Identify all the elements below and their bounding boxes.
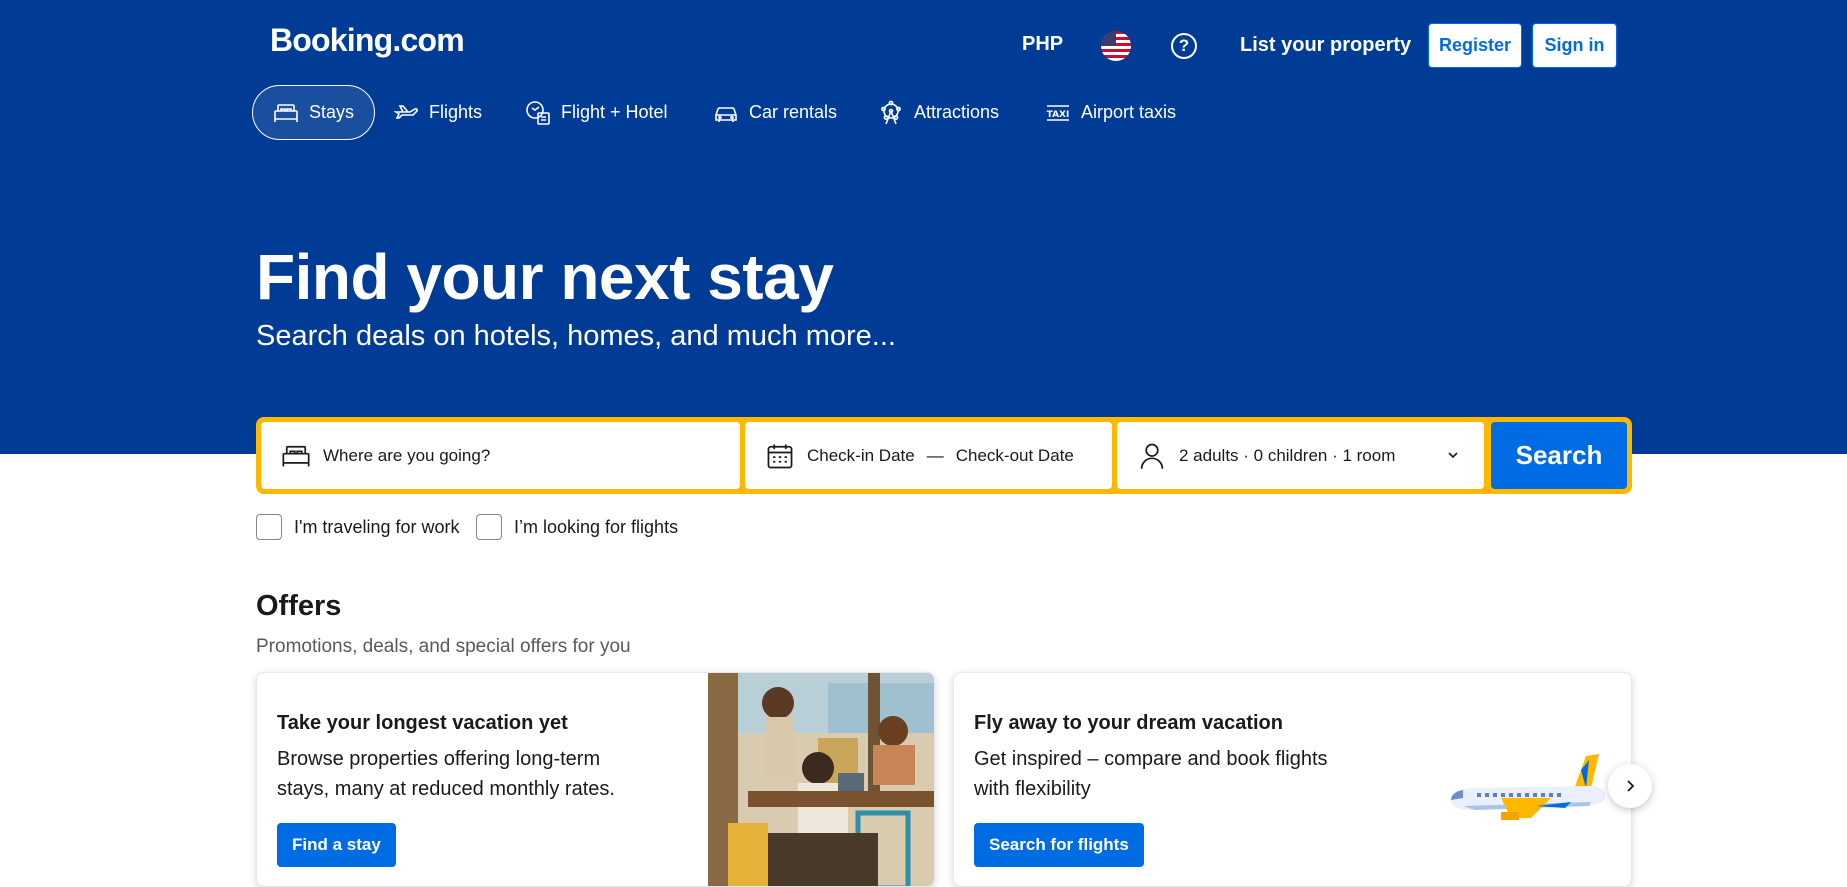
plane-icon bbox=[393, 104, 418, 119]
vacation-photo bbox=[708, 673, 934, 886]
list-property-link[interactable]: List your property bbox=[1240, 34, 1411, 57]
ferris-wheel-icon bbox=[881, 100, 901, 124]
svg-text:TAXI: TAXI bbox=[1047, 110, 1070, 120]
search-flights-button[interactable]: Search for flights bbox=[974, 823, 1144, 867]
taxi-icon: TAXI bbox=[1047, 104, 1070, 121]
bed-icon bbox=[274, 103, 298, 122]
tab-label: Flights bbox=[429, 102, 483, 122]
register-button[interactable]: Register bbox=[1428, 23, 1522, 68]
search-button[interactable]: Search bbox=[1491, 422, 1627, 489]
offers-subtitle: Promotions, deals, and special offers fo… bbox=[256, 636, 631, 657]
flights-checkbox[interactable]: I’m looking for flights bbox=[476, 514, 678, 540]
booking-logo[interactable]: Booking.com bbox=[270, 22, 465, 59]
tab-attractions[interactable]: Attractions bbox=[878, 85, 999, 140]
hero-title: Find your next stay bbox=[256, 241, 834, 313]
chevron-right-icon bbox=[1627, 780, 1635, 792]
search-bar: Where are you going? Check-in Date — Che… bbox=[256, 417, 1632, 494]
checkbox-label: I’m looking for flights bbox=[514, 516, 679, 537]
car-icon bbox=[715, 106, 737, 122]
checkbox-box[interactable] bbox=[476, 514, 502, 540]
tab-stays[interactable]: Stays bbox=[252, 85, 376, 140]
tab-airport-taxis[interactable]: TAXI Airport taxis bbox=[1045, 85, 1176, 140]
person-icon bbox=[1140, 443, 1164, 469]
destination-input[interactable]: Where are you going? bbox=[323, 446, 490, 466]
tab-flights[interactable]: Flights bbox=[393, 85, 482, 140]
offer-card-flights[interactable]: Fly away to your dream vacation Get insp… bbox=[953, 672, 1632, 887]
tab-label: Car rentals bbox=[749, 102, 838, 122]
chevron-down-icon bbox=[1448, 452, 1458, 459]
offer-card-title: Take your longest vacation yet bbox=[277, 712, 568, 734]
tab-label: Stays bbox=[309, 102, 355, 122]
currency-selector[interactable]: PHP bbox=[1022, 33, 1063, 56]
tab-label: Flight + Hotel bbox=[561, 102, 668, 122]
work-travel-checkbox[interactable]: I'm traveling for work bbox=[256, 514, 459, 540]
checkin-date[interactable]: Check-in Date bbox=[807, 446, 915, 466]
find-stay-button[interactable]: Find a stay bbox=[277, 823, 396, 867]
tab-label: Attractions bbox=[914, 102, 1000, 122]
offer-card-description: Browse properties offering long-term sta… bbox=[277, 748, 615, 800]
airplane-illustration bbox=[1451, 754, 1606, 820]
date-range-field[interactable]: Check-in Date — Check-out Date bbox=[745, 422, 1112, 489]
question-circle-icon[interactable]: ? bbox=[1171, 33, 1197, 59]
bed-icon bbox=[282, 445, 310, 466]
tab-car-rentals[interactable]: Car rentals bbox=[713, 85, 837, 140]
occupancy-value: 2 adults · 0 children · 1 room bbox=[1179, 445, 1396, 465]
destination-field[interactable]: Where are you going? bbox=[261, 422, 740, 489]
date-separator: — bbox=[926, 445, 944, 465]
occupancy-field[interactable]: 2 adults · 0 children · 1 room bbox=[1117, 422, 1484, 489]
hero-subtitle: Search deals on hotels, homes, and much … bbox=[256, 320, 896, 352]
flight-hotel-icon bbox=[526, 100, 550, 125]
tab-flight-hotel[interactable]: Flight + Hotel bbox=[525, 85, 668, 140]
offer-card-title: Fly away to your dream vacation bbox=[974, 712, 1283, 734]
offer-card-long-stay[interactable]: Take your longest vacation yet Browse pr… bbox=[256, 672, 935, 887]
tab-label: Airport taxis bbox=[1081, 102, 1177, 122]
sign-in-button[interactable]: Sign in bbox=[1532, 23, 1617, 68]
checkout-date[interactable]: Check-out Date bbox=[956, 446, 1074, 466]
checkbox-box[interactable] bbox=[256, 514, 282, 540]
offers-title: Offers bbox=[256, 590, 342, 622]
us-flag-icon[interactable] bbox=[1101, 31, 1131, 61]
offer-card-description: Get inspired – compare and book flights … bbox=[974, 748, 1328, 800]
hero-banner bbox=[0, 0, 1847, 454]
carousel-next-button[interactable] bbox=[1608, 764, 1652, 808]
checkbox-label: I'm traveling for work bbox=[294, 516, 460, 537]
calendar-icon bbox=[767, 443, 793, 468]
